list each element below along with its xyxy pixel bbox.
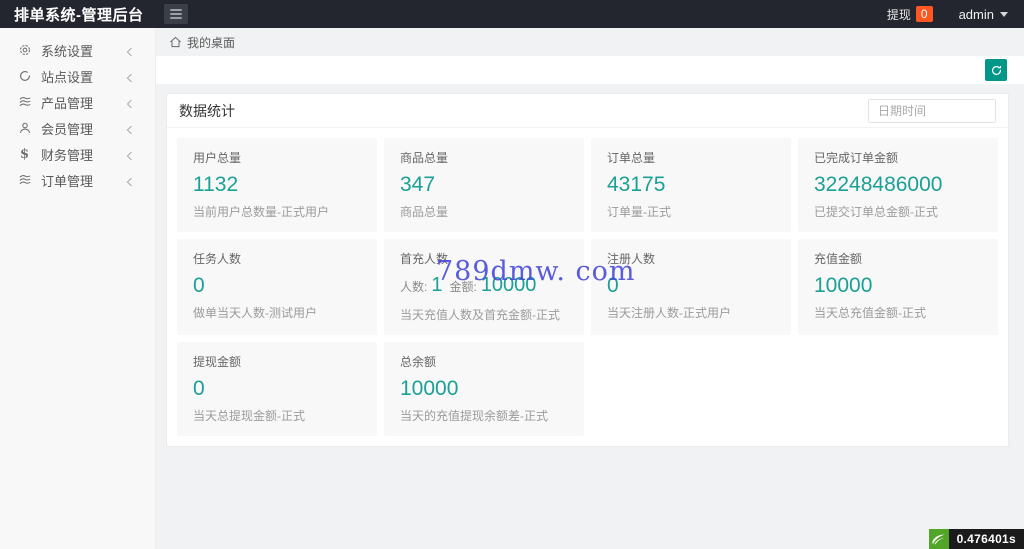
stat-title: 提现金额 [193, 355, 242, 369]
amount-label: 金额: [449, 280, 477, 294]
stats-panel-title: 数据统计 [179, 102, 235, 119]
refresh-button[interactable] [985, 59, 1007, 81]
stat-card-registered-users: 注册人数 0 当天注册人数-正式用户 [591, 239, 791, 335]
stat-card-first-recharge: 首充人数 人数: 1 金额: 10000 当天充值人数及首充金额-正式 [384, 239, 584, 335]
stat-card-total-products: 商品总量 347 商品总量 [384, 138, 584, 232]
sidebar-item-label: 财务管理 [41, 147, 94, 163]
stat-title: 任务人数 [193, 252, 242, 266]
stat-desc: 当天注册人数-正式用户 [607, 306, 731, 320]
sidebar-item-order-management[interactable]: 订单管理 [0, 167, 155, 193]
trace-time: 0.476401s [948, 529, 1024, 549]
stat-card-task-users: 任务人数 0 做单当天人数-测试用户 [177, 239, 377, 335]
stat-desc: 做单当天人数-测试用户 [193, 306, 317, 320]
stat-card-completed-order-amount: 已完成订单金额 32248486000 已提交订单总金额-正式 [798, 138, 998, 232]
stat-desc: 当天充值人数及首充金额-正式 [400, 308, 560, 322]
stat-title: 充值金额 [814, 252, 863, 266]
stat-value: 0 [607, 274, 619, 297]
chevron-left-icon [126, 123, 133, 138]
trace-logo-icon [928, 529, 949, 549]
main-area: 我的桌面 数据统计 用户总量 1132 当前用户总数量-正式用户 商品总量 34… [156, 28, 1024, 549]
stat-title: 商品总量 [400, 151, 449, 165]
stat-title: 首充人数 [400, 252, 449, 266]
sidebar-item-system-settings[interactable]: 系统设置 [0, 37, 155, 63]
stat-desc: 当前用户总数量-正式用户 [193, 205, 329, 219]
trace-badge[interactable]: 0.476401s [928, 529, 1024, 549]
stat-combo-value: 人数: 1 金额: 10000 [400, 272, 568, 301]
chevron-left-icon [126, 71, 133, 86]
withdraw-link[interactable]: 提现 0 [887, 6, 933, 23]
stat-title: 用户总量 [193, 151, 242, 165]
top-header: 排单系统-管理后台 提现 0 admin [0, 0, 1024, 28]
stats-panel: 数据统计 用户总量 1132 当前用户总数量-正式用户 商品总量 347 商品总… [166, 93, 1009, 447]
amount-value: 10000 [480, 274, 537, 296]
stats-panel-header: 数据统计 [167, 94, 1008, 128]
app-title: 排单系统-管理后台 [14, 6, 144, 24]
stat-desc: 已提交订单总金额-正式 [814, 205, 938, 219]
user-icon [17, 121, 32, 136]
stat-value: 43175 [607, 173, 666, 196]
sidebar-item-member-management[interactable]: 会员管理 [0, 115, 155, 141]
stat-desc: 当天的充值提现余额差-正式 [400, 409, 548, 423]
stat-desc: 商品总量 [400, 205, 449, 219]
stat-card-recharge-amount: 充值金额 10000 当天总充值金额-正式 [798, 239, 998, 335]
stat-card-withdraw-amount: 提现金额 0 当天总提现金额-正式 [177, 342, 377, 436]
tab-bar [156, 56, 1024, 84]
stat-card-total-balance: 总余额 10000 当天的充值提现余额差-正式 [384, 342, 584, 436]
stat-title: 注册人数 [607, 252, 656, 266]
withdraw-label: 提现 [886, 7, 911, 22]
breadcrumb-label: 我的桌面 [187, 35, 236, 50]
stat-desc: 当天总充值金额-正式 [814, 306, 926, 320]
circle-icon [17, 69, 32, 84]
people-label: 人数: [400, 280, 428, 294]
stat-value: 1132 [193, 173, 239, 196]
stat-title: 总余额 [400, 355, 437, 369]
stat-value: 10000 [814, 274, 873, 297]
hamburger-icon [170, 9, 182, 11]
stat-card-total-orders: 订单总量 43175 订单量-正式 [591, 138, 791, 232]
sidebar-item-finance-management[interactable]: $ 财务管理 [0, 141, 155, 167]
breadcrumb[interactable]: 我的桌面 [156, 28, 1024, 56]
sidebar-item-label: 站点设置 [41, 69, 94, 85]
stat-title: 订单总量 [607, 151, 656, 165]
layers-icon [17, 173, 32, 188]
home-icon [169, 36, 182, 48]
sidebar-item-site-settings[interactable]: 站点设置 [0, 63, 155, 89]
chevron-left-icon [126, 45, 133, 60]
stat-value: 10000 [400, 377, 459, 400]
layers-icon [17, 95, 32, 110]
sidebar: 系统设置 站点设置 产品管理 会员管理 $ 财务管理 订单管理 [0, 28, 156, 549]
user-dropdown[interactable]: admin [959, 7, 1008, 22]
dollar-icon: $ [19, 146, 30, 162]
chevron-left-icon [126, 97, 133, 112]
stat-desc: 订单量-正式 [607, 205, 671, 219]
hamburger-menu-button[interactable] [164, 4, 188, 24]
sidebar-item-label: 系统设置 [41, 43, 94, 59]
stat-value: 347 [400, 173, 436, 196]
people-value: 1 [431, 274, 443, 296]
withdraw-count-badge: 0 [915, 6, 933, 22]
chevron-left-icon [126, 175, 133, 190]
stat-value: 0 [193, 377, 205, 400]
sidebar-item-label: 会员管理 [41, 121, 94, 137]
chevron-left-icon [126, 149, 133, 164]
stats-grid: 用户总量 1132 当前用户总数量-正式用户 商品总量 347 商品总量 订单总… [167, 128, 1008, 446]
sidebar-item-label: 订单管理 [41, 173, 94, 189]
sidebar-item-label: 产品管理 [41, 95, 94, 111]
stat-card-total-users: 用户总量 1132 当前用户总数量-正式用户 [177, 138, 377, 232]
refresh-icon [991, 64, 1001, 75]
stat-value: 32248486000 [814, 173, 943, 196]
stat-desc: 当天总提现金额-正式 [193, 409, 305, 423]
date-time-input[interactable] [868, 98, 996, 123]
username: admin [958, 6, 994, 22]
stat-title: 已完成订单金额 [814, 151, 899, 165]
header-right: 提现 0 admin [887, 6, 1024, 23]
chevron-down-icon [1000, 11, 1008, 17]
gear-icon [17, 43, 32, 58]
sidebar-item-product-management[interactable]: 产品管理 [0, 89, 155, 115]
stat-value: 0 [193, 274, 205, 297]
